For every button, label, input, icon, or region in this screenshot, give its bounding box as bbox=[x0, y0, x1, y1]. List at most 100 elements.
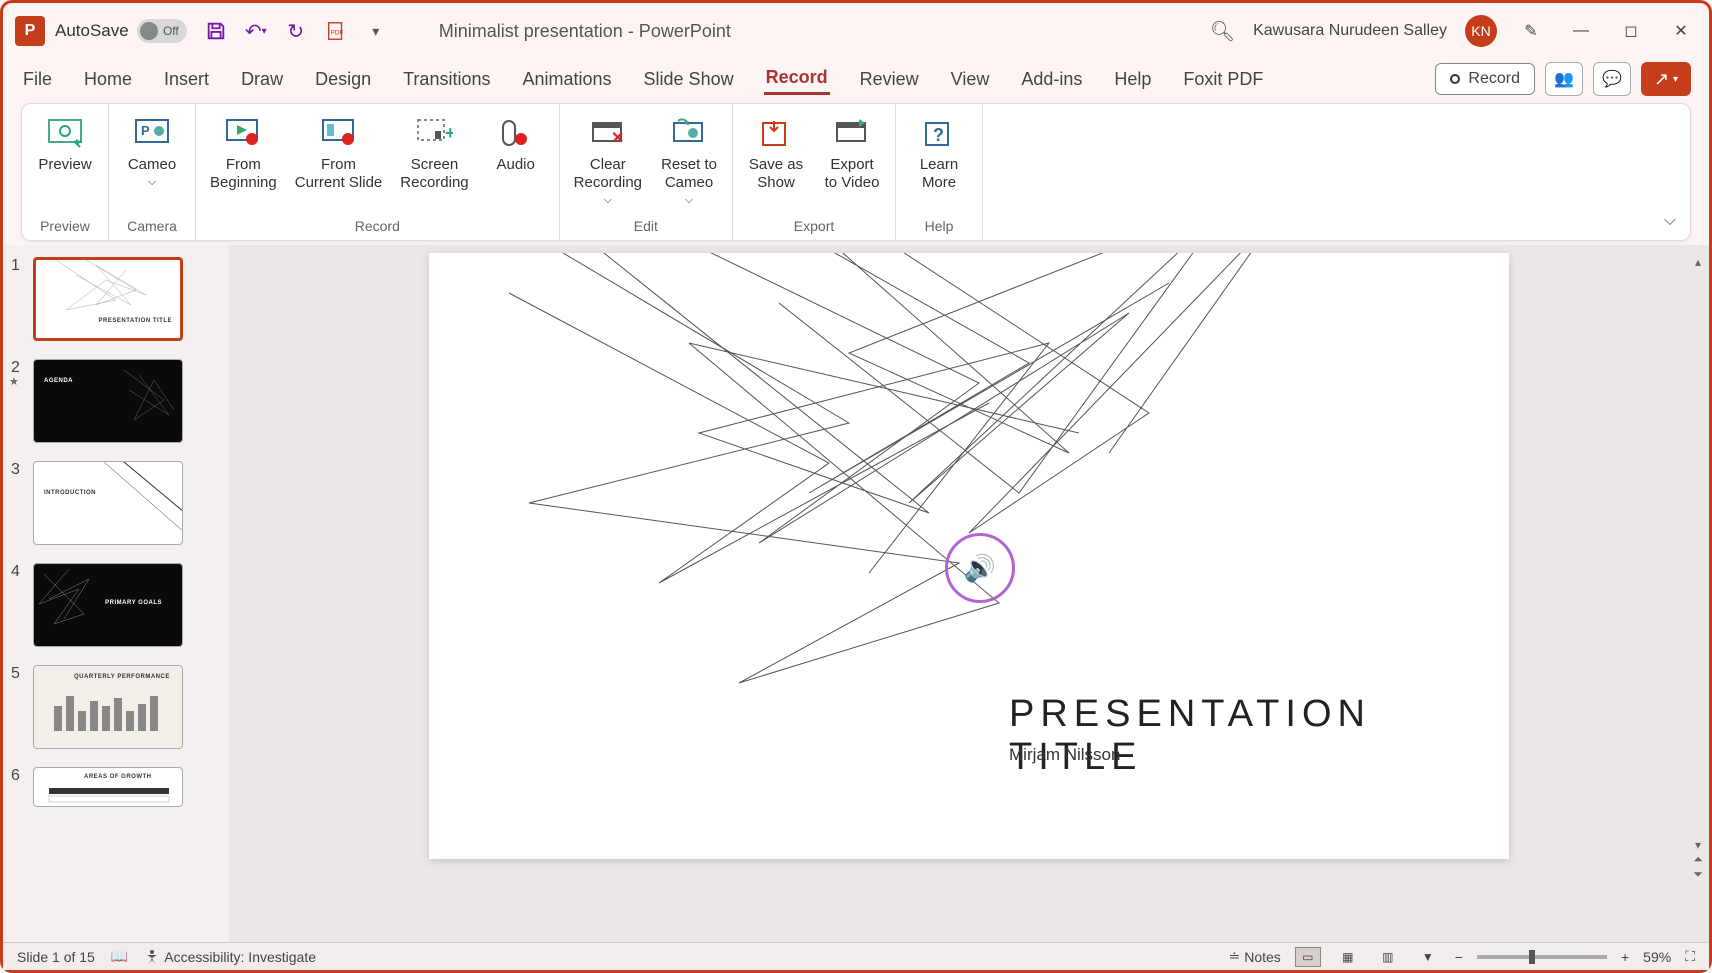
reset-cameo-button[interactable]: Reset to Cameo ⌵ bbox=[660, 110, 718, 207]
tab-transitions[interactable]: Transitions bbox=[401, 65, 492, 94]
slide-canvas[interactable]: 🔊 PRESENTATION TITLE Mirjam Nilsson bbox=[429, 253, 1509, 859]
save-icon[interactable] bbox=[203, 18, 229, 44]
user-avatar[interactable]: KN bbox=[1465, 15, 1497, 47]
zoom-out-button[interactable]: − bbox=[1455, 949, 1463, 965]
group-label-help: Help bbox=[925, 216, 954, 236]
prev-slide-icon[interactable]: ⏶ bbox=[1691, 852, 1705, 867]
tab-record[interactable]: Record bbox=[764, 63, 830, 95]
from-current-icon bbox=[319, 114, 359, 154]
record-button[interactable]: Record bbox=[1435, 63, 1535, 95]
tab-view[interactable]: View bbox=[949, 65, 992, 94]
close-button[interactable]: ✕ bbox=[1665, 15, 1697, 47]
redo-icon[interactable]: ↻ bbox=[283, 18, 309, 44]
thumbnail-2[interactable]: AGENDA bbox=[33, 359, 183, 443]
clear-recording-icon: ✕ bbox=[588, 114, 628, 154]
vertical-scrollbar[interactable]: ▴ ▾ ⏶ ⏷ bbox=[1691, 255, 1705, 882]
undo-icon[interactable]: ↶▾ bbox=[243, 18, 269, 44]
record-dot-icon bbox=[1450, 74, 1460, 84]
save-as-show-button[interactable]: Save as Show bbox=[747, 110, 805, 192]
preview-button[interactable]: Preview bbox=[36, 110, 94, 174]
tab-home[interactable]: Home bbox=[82, 65, 134, 94]
scroll-up-icon[interactable]: ▴ bbox=[1691, 255, 1705, 269]
notes-button[interactable]: ≐Notes bbox=[1228, 948, 1280, 965]
clear-recording-label: Clear Recording bbox=[574, 156, 642, 192]
share-button[interactable]: ↗ ▾ bbox=[1641, 62, 1691, 96]
ribbon-group-camera: P Cameo ⌵ Camera bbox=[109, 104, 196, 240]
thumbnail-panel[interactable]: 1 PRESENTATION TITLE ★ 2 AGENDA 3 INTROD… bbox=[3, 245, 229, 942]
export-pdf-icon[interactable]: PDF bbox=[323, 18, 349, 44]
comments-icon[interactable]: 💬 bbox=[1593, 62, 1631, 96]
group-label-preview: Preview bbox=[40, 216, 90, 236]
tab-addins[interactable]: Add-ins bbox=[1019, 65, 1084, 94]
title-bar: P AutoSave Off ↶▾ ↻ PDF ▾ Minimalist pre… bbox=[3, 3, 1709, 59]
autosave-control[interactable]: AutoSave Off bbox=[55, 19, 187, 43]
zoom-level[interactable]: 59% bbox=[1643, 949, 1671, 965]
fit-to-window-icon[interactable]: ⛶ bbox=[1685, 948, 1695, 965]
search-icon[interactable]: 🔍︎ bbox=[1210, 19, 1235, 44]
tab-draw[interactable]: Draw bbox=[239, 65, 285, 94]
pen-icon[interactable]: ✎ bbox=[1515, 15, 1547, 47]
audio-label: Audio bbox=[496, 156, 534, 174]
export-to-video-button[interactable]: Export to Video bbox=[823, 110, 881, 192]
tab-slideshow[interactable]: Slide Show bbox=[642, 65, 736, 94]
ribbon-collapse-icon[interactable]: ⌵ bbox=[1664, 212, 1676, 230]
from-beginning-icon bbox=[223, 114, 263, 154]
preview-icon bbox=[45, 114, 85, 154]
screen-recording-button[interactable]: + Screen Recording bbox=[400, 110, 468, 192]
maximize-button[interactable]: ◻ bbox=[1615, 15, 1647, 47]
from-beginning-button[interactable]: From Beginning bbox=[210, 110, 277, 192]
thumbnail-4[interactable]: PRIMARY GOALS bbox=[33, 563, 183, 647]
minimize-button[interactable]: — bbox=[1565, 15, 1597, 47]
zoom-slider[interactable] bbox=[1477, 955, 1607, 959]
from-current-button[interactable]: From Current Slide bbox=[295, 110, 383, 192]
slide-counter[interactable]: Slide 1 of 15 bbox=[17, 949, 95, 965]
zoom-handle[interactable] bbox=[1529, 950, 1535, 964]
tab-help[interactable]: Help bbox=[1112, 65, 1153, 94]
accessibility-icon[interactable]: Accessibility: Investigate bbox=[144, 949, 316, 965]
learn-more-button[interactable]: ? Learn More bbox=[910, 110, 968, 192]
thumb-1-title: PRESENTATION TITLE bbox=[99, 318, 172, 324]
thumb-2-title: AGENDA bbox=[44, 378, 73, 384]
tab-insert[interactable]: Insert bbox=[162, 65, 211, 94]
next-slide-icon[interactable]: ⏷ bbox=[1691, 867, 1705, 882]
customize-qat-icon[interactable]: ▾ bbox=[363, 18, 389, 44]
tab-animations[interactable]: Animations bbox=[520, 65, 613, 94]
thumbnail-1[interactable]: PRESENTATION TITLE bbox=[33, 257, 183, 341]
thumbnail-row: 2 AGENDA bbox=[11, 359, 221, 443]
thumb-number: 3 bbox=[11, 461, 25, 479]
audio-object[interactable]: 🔊 bbox=[945, 533, 1015, 603]
tab-review[interactable]: Review bbox=[858, 65, 921, 94]
ribbon-group-help: ? Learn More Help bbox=[896, 104, 983, 240]
thumbnail-3[interactable]: INTRODUCTION bbox=[33, 461, 183, 545]
screen-recording-icon: + bbox=[414, 114, 454, 154]
audio-button[interactable]: Audio bbox=[487, 110, 545, 174]
zoom-in-button[interactable]: + bbox=[1621, 949, 1629, 965]
tab-file[interactable]: File bbox=[21, 65, 54, 94]
tab-foxit[interactable]: Foxit PDF bbox=[1181, 65, 1265, 94]
clear-recording-button[interactable]: ✕ Clear Recording ⌵ bbox=[574, 110, 642, 207]
sorter-view-icon[interactable]: ▦ bbox=[1335, 947, 1361, 967]
slide-editor[interactable]: 🔊 PRESENTATION TITLE Mirjam Nilsson ▴ ▾ … bbox=[229, 245, 1709, 942]
spellcheck-icon[interactable]: 📖 bbox=[111, 948, 128, 965]
reset-cameo-label: Reset to Cameo bbox=[661, 156, 717, 192]
cameo-button[interactable]: P Cameo ⌵ bbox=[123, 110, 181, 189]
reading-view-icon[interactable]: ▥ bbox=[1375, 947, 1401, 967]
autosave-toggle[interactable]: Off bbox=[137, 19, 187, 43]
thumbnail-6[interactable]: AREAS OF GROWTH bbox=[33, 767, 183, 807]
record-button-label: Record bbox=[1468, 70, 1520, 88]
scroll-down-icon[interactable]: ▾ bbox=[1691, 838, 1705, 852]
thumbnail-5[interactable]: QUARTERLY PERFORMANCE bbox=[33, 665, 183, 749]
thumb-4-title: PRIMARY GOALS bbox=[105, 600, 162, 606]
ribbon-group-edit: ✕ Clear Recording ⌵ Reset to Cameo ⌵ Edi… bbox=[560, 104, 733, 240]
slide-subtitle[interactable]: Mirjam Nilsson bbox=[1009, 745, 1120, 765]
slide-title[interactable]: PRESENTATION TITLE bbox=[1009, 693, 1509, 779]
status-bar: Slide 1 of 15 📖 Accessibility: Investiga… bbox=[3, 942, 1709, 970]
user-name[interactable]: Kawusara Nurudeen Salley bbox=[1253, 22, 1447, 40]
group-label-export: Export bbox=[794, 216, 834, 236]
thumb-3-title: INTRODUCTION bbox=[44, 490, 96, 496]
chevron-down-icon: ⌵ bbox=[685, 194, 693, 207]
normal-view-icon[interactable]: ▭ bbox=[1295, 947, 1321, 967]
teams-share-icon[interactable]: 👥 bbox=[1545, 62, 1583, 96]
slideshow-view-icon[interactable]: ▼ bbox=[1415, 947, 1441, 967]
tab-design[interactable]: Design bbox=[313, 65, 373, 94]
